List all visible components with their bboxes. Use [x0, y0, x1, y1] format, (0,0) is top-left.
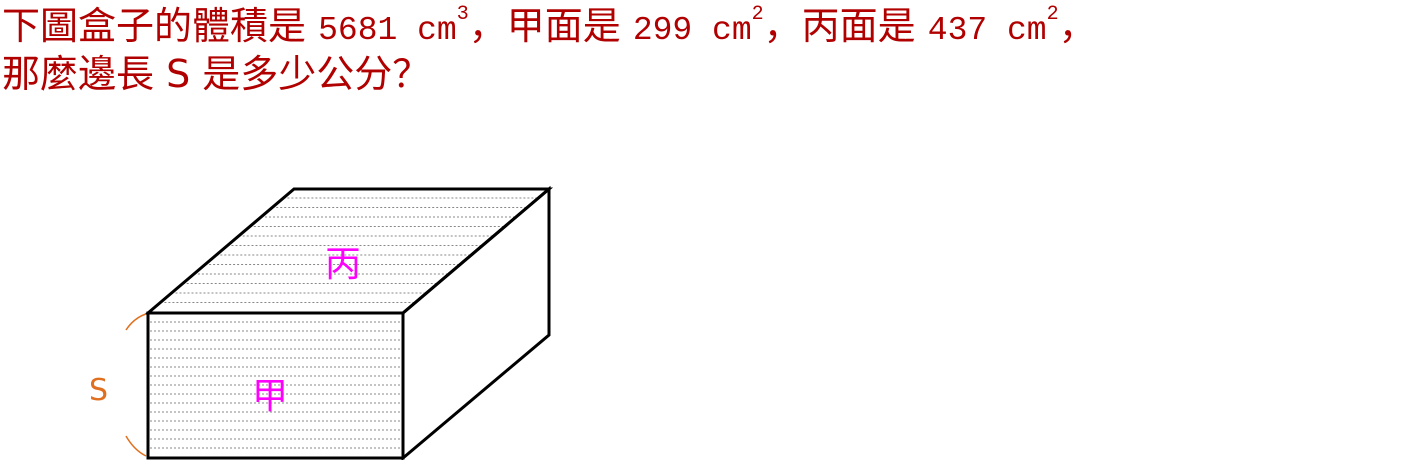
- edge-s-brace-bottom: [125, 435, 147, 457]
- edge-s-brace-top: [125, 313, 147, 331]
- right-face: [401, 185, 551, 460]
- top-face-label: 丙: [325, 244, 361, 285]
- box-diagram: S 丙 甲: [89, 185, 554, 460]
- front-face-label: 甲: [252, 376, 288, 417]
- edge-s-label: S: [89, 373, 108, 408]
